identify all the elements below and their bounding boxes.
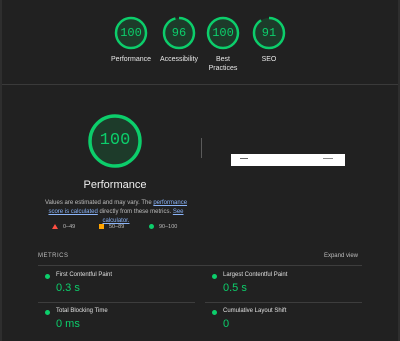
performance-description: Values are estimated and may vary. The p… xyxy=(38,199,194,226)
metric-value: 0.3 s xyxy=(56,282,80,294)
desc-text: directly from these metrics. xyxy=(97,209,173,215)
score-value: 100 xyxy=(212,26,234,40)
gauge-seo[interactable]: 91 SEO xyxy=(246,16,292,64)
performance-score: 100 xyxy=(99,131,131,150)
score-value: 96 xyxy=(171,26,187,40)
legend-fail: 0–49 xyxy=(52,224,75,230)
row-divider xyxy=(205,302,362,303)
metric-largest-contentful-paint: Largest Contentful Paint 0.5 s xyxy=(205,270,362,300)
metric-name: Total Blocking Time xyxy=(56,308,108,314)
gauge-accessibility[interactable]: 96 Accessibility xyxy=(156,16,202,64)
metric-name: Largest Contentful Paint xyxy=(223,272,288,278)
pass-icon xyxy=(45,274,50,279)
metric-name: Cumulative Layout Shift xyxy=(223,308,287,314)
metric-value: 0.5 s xyxy=(223,282,247,294)
triangle-icon xyxy=(52,224,58,230)
gauge-label: Best Practices xyxy=(208,56,238,72)
metric-cumulative-layout-shift: Cumulative Layout Shift 0 xyxy=(205,306,362,336)
gauge-ring: 96 xyxy=(162,16,196,50)
performance-gauge: 100 xyxy=(87,113,143,169)
legend-label: 50–89 xyxy=(109,224,125,230)
score-value: 100 xyxy=(120,26,142,40)
legend-label: 90–100 xyxy=(159,224,178,230)
thumbnail-detail xyxy=(323,158,333,159)
legend-label: 0–49 xyxy=(63,224,76,230)
metric-total-blocking-time: Total Blocking Time 0 ms xyxy=(38,306,195,336)
circle-icon xyxy=(149,224,154,230)
expand-view-toggle[interactable]: Expand view xyxy=(324,253,358,259)
pass-icon xyxy=(212,274,217,279)
vertical-divider xyxy=(201,138,202,158)
metric-first-contentful-paint: First Contentful Paint 0.3 s xyxy=(38,270,195,300)
gauge-best-practices[interactable]: 100 Best Practices xyxy=(200,16,246,73)
legend-pass: 90–100 xyxy=(149,224,177,230)
metric-name: First Contentful Paint xyxy=(56,272,113,278)
score-value: 91 xyxy=(261,26,277,40)
metric-value: 0 xyxy=(223,318,230,330)
legend-average: 50–89 xyxy=(99,224,124,230)
row-divider xyxy=(38,302,195,303)
page-screenshot-thumbnail[interactable] xyxy=(231,154,345,166)
score-summary: 100 Performance 96 Accessibility 100 Bes… xyxy=(2,0,398,85)
pass-icon xyxy=(212,310,217,315)
performance-title: Performance xyxy=(83,179,147,191)
gauge-performance[interactable]: 100 Performance xyxy=(108,16,154,64)
gauge-ring: 100 xyxy=(114,16,148,50)
metric-value: 0 ms xyxy=(56,318,80,330)
desc-text: Values are estimated and may vary. The xyxy=(44,200,154,206)
metrics-header: METRICS Expand view xyxy=(38,253,362,266)
square-icon xyxy=(99,224,104,230)
thumbnail-detail xyxy=(240,158,248,159)
gauge-label: Performance xyxy=(110,56,152,63)
gauge-ring: 100 xyxy=(206,16,240,50)
gauge-label: Accessibility xyxy=(159,56,199,63)
lighthouse-report: 100 Performance 96 Accessibility 100 Bes… xyxy=(0,0,400,341)
gauge-ring: 91 xyxy=(252,16,286,50)
gauge-label: SEO xyxy=(261,56,277,63)
pass-icon xyxy=(45,310,50,315)
metrics-heading: METRICS xyxy=(38,253,69,259)
